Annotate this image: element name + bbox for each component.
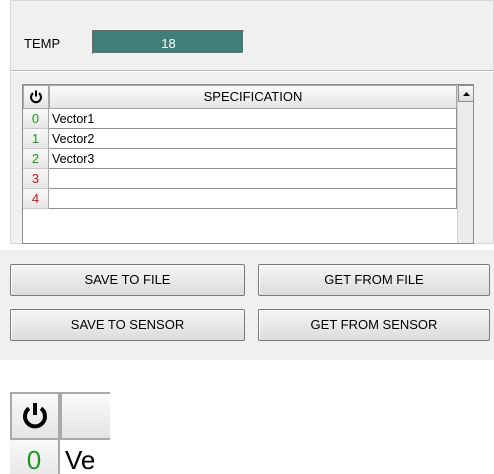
- zoom-column-header: [60, 392, 110, 440]
- table-cell[interactable]: [49, 169, 457, 189]
- zoom-inset: 0 Ve: [10, 392, 110, 474]
- get-from-sensor-label: GET FROM SENSOR: [310, 317, 438, 332]
- arrow-up-icon: [462, 91, 470, 96]
- zoom-power-header: [10, 392, 60, 440]
- specification-table[interactable]: SPECIFICATION 0 Vector1 1 Vector2 2 Vect…: [22, 84, 474, 244]
- scroll-up-button[interactable]: [458, 85, 473, 102]
- power-icon: [30, 90, 42, 104]
- power-icon: [23, 403, 47, 429]
- save-to-file-button[interactable]: SAVE TO FILE: [10, 264, 245, 296]
- table-cell[interactable]: Vector1: [49, 109, 457, 129]
- temp-label: TEMP: [24, 36, 61, 51]
- power-header-cell[interactable]: [23, 85, 49, 109]
- section-divider: [10, 70, 494, 72]
- row-index: 2: [23, 149, 49, 169]
- table-cell[interactable]: [49, 189, 457, 209]
- table-cell[interactable]: Vector2: [49, 129, 457, 149]
- temp-display: 18: [92, 30, 244, 54]
- column-header-label: SPECIFICATION: [203, 89, 303, 104]
- save-to-sensor-label: SAVE TO SENSOR: [70, 317, 185, 332]
- zoom-row-index: 0: [10, 440, 60, 474]
- row-index: 3: [23, 169, 49, 189]
- row-index: 0: [23, 109, 49, 129]
- get-from-sensor-button[interactable]: GET FROM SENSOR: [258, 309, 490, 341]
- table-cell[interactable]: Vector3: [49, 149, 457, 169]
- vertical-scrollbar[interactable]: [457, 85, 473, 243]
- save-to-sensor-button[interactable]: SAVE TO SENSOR: [10, 309, 245, 341]
- row-index: 1: [23, 129, 49, 149]
- save-to-file-label: SAVE TO FILE: [84, 272, 171, 287]
- get-from-file-button[interactable]: GET FROM FILE: [258, 264, 490, 296]
- row-index: 4: [23, 189, 49, 209]
- column-header-specification[interactable]: SPECIFICATION: [49, 85, 457, 109]
- get-from-file-label: GET FROM FILE: [324, 272, 424, 287]
- zoom-cell-text: Ve: [65, 445, 96, 474]
